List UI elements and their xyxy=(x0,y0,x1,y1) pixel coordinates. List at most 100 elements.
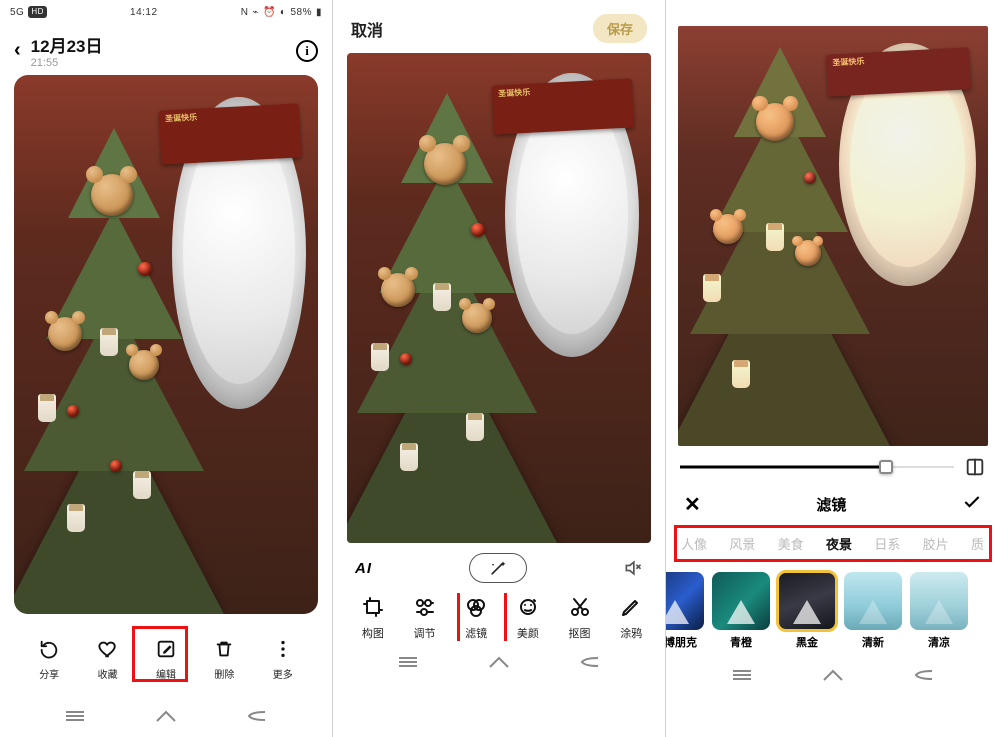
filter-category[interactable]: 人像 xyxy=(681,534,707,553)
nfc-icon: N xyxy=(241,7,249,18)
beauty-label: 美颜 xyxy=(517,625,539,641)
save-button[interactable]: 保存 xyxy=(593,14,647,43)
battery-icon: ▮ xyxy=(316,7,322,18)
edit-label: 编辑 xyxy=(156,666,176,681)
filter-thumb-qingliang[interactable]: 清凉 xyxy=(910,572,968,650)
more-button[interactable]: 更多 xyxy=(259,636,307,681)
edit-toolbar: 构图 调节 滤镜 美颜 抠图 涂鸦 xyxy=(347,593,657,641)
beauty-icon xyxy=(514,593,542,621)
ai-button[interactable]: AI xyxy=(355,560,372,577)
pane-gallery-view: 5G HD 14:12 N ⌁ ⏰ ◐ 58% ▮ ‹ 12月23日 21:55… xyxy=(0,0,333,737)
alarm-icon: ⏰ xyxy=(263,7,276,18)
cutout-icon xyxy=(566,593,594,621)
share-icon xyxy=(36,636,62,662)
trash-icon xyxy=(211,636,237,662)
photo-header: ‹ 12月23日 21:55 i xyxy=(0,24,332,75)
share-label: 分享 xyxy=(39,666,59,681)
edit-icon xyxy=(153,636,179,662)
favorite-label: 收藏 xyxy=(98,666,118,681)
nav-home-button[interactable] xyxy=(485,648,513,676)
delete-button[interactable]: 删除 xyxy=(200,636,248,681)
crop-label: 构图 xyxy=(362,625,384,641)
filter-preview[interactable]: 圣诞快乐 xyxy=(678,26,988,446)
intensity-slider[interactable] xyxy=(680,457,954,477)
cutout-button[interactable]: 抠图 xyxy=(554,593,606,641)
filter-category[interactable]: 美食 xyxy=(778,534,804,553)
magic-enhance-button[interactable] xyxy=(469,553,527,583)
favorite-button[interactable]: 收藏 xyxy=(84,636,132,681)
system-navbar xyxy=(0,695,332,737)
adjust-label: 调节 xyxy=(414,625,436,641)
filter-category[interactable]: 质 xyxy=(971,534,985,553)
draw-label: 涂鸦 xyxy=(620,625,642,641)
info-button[interactable]: i xyxy=(296,40,318,62)
adjust-icon xyxy=(411,593,439,621)
filter-category[interactable]: 夜景 xyxy=(826,534,852,553)
signal-label: 5G xyxy=(10,7,24,18)
battery-pct: 58% xyxy=(290,7,312,18)
system-navbar xyxy=(666,654,1000,696)
filter-thumb-label: 青橙 xyxy=(730,634,752,650)
intensity-row xyxy=(666,446,1000,484)
draw-button[interactable]: 涂鸦 xyxy=(605,593,657,641)
crop-button[interactable]: 构图 xyxy=(347,593,399,641)
filter-thumb-label: 清新 xyxy=(862,634,884,650)
adjust-button[interactable]: 调节 xyxy=(399,593,451,641)
nav-back-button[interactable] xyxy=(576,648,604,676)
filter-category-row: 人像 风景 美食 夜景 日系 胶片 质 xyxy=(674,525,992,562)
edit-photo-viewport[interactable]: 圣诞快乐 xyxy=(347,53,651,543)
filter-label: 滤镜 xyxy=(465,625,487,641)
more-icon xyxy=(270,636,296,662)
compare-button[interactable] xyxy=(964,456,986,478)
nav-back-button[interactable] xyxy=(910,661,938,689)
cutout-label: 抠图 xyxy=(569,625,591,641)
pane-filter-picker: 圣诞快乐 xyxy=(666,0,1000,737)
edit-header: 取消 保存 xyxy=(333,0,665,51)
sparkle-icon xyxy=(488,558,508,578)
filter-thumb-heijin[interactable]: 黑金 xyxy=(778,572,836,650)
close-filter-button[interactable]: ✕ xyxy=(684,492,701,517)
filter-icon xyxy=(462,593,490,621)
filter-thumb-qingxin[interactable]: 清新 xyxy=(844,572,902,650)
filter-thumb-label: 清凉 xyxy=(928,634,950,650)
filter-thumbnails: 赛博朋克 青橙 黑金 清新 清凉 xyxy=(666,562,1000,654)
dnd-icon: ◐ xyxy=(280,7,287,18)
filter-thumb-label: 赛博朋克 xyxy=(666,634,697,650)
filter-thumb-cyber[interactable]: 赛博朋克 xyxy=(666,572,704,650)
heart-icon xyxy=(95,636,121,662)
nav-home-button[interactable] xyxy=(819,661,847,689)
apply-filter-button[interactable] xyxy=(962,492,982,517)
nav-recent-button[interactable] xyxy=(394,648,422,676)
share-button[interactable]: 分享 xyxy=(25,636,73,681)
crop-icon xyxy=(359,593,387,621)
back-button[interactable]: ‹ xyxy=(14,39,21,62)
nav-recent-button[interactable] xyxy=(61,702,89,730)
filter-thumb-label: 黑金 xyxy=(796,634,818,650)
delete-label: 删除 xyxy=(214,666,234,681)
hd-badge: HD xyxy=(28,6,47,18)
photo-viewport[interactable]: 圣诞快乐 xyxy=(14,75,318,614)
filter-category[interactable]: 风景 xyxy=(729,534,755,553)
edit-button[interactable]: 编辑 xyxy=(142,636,190,681)
gallery-toolbar: 分享 收藏 编辑 删除 更多 xyxy=(14,626,318,689)
filter-category[interactable]: 日系 xyxy=(874,534,900,553)
beauty-button[interactable]: 美颜 xyxy=(502,593,554,641)
pencil-icon xyxy=(617,593,645,621)
nav-back-button[interactable] xyxy=(243,702,271,730)
filter-category[interactable]: 胶片 xyxy=(923,534,949,553)
filter-thumb-qing[interactable]: 青橙 xyxy=(712,572,770,650)
filter-title: 滤镜 xyxy=(816,494,846,515)
status-bar: 5G HD 14:12 N ⌁ ⏰ ◐ 58% ▮ xyxy=(0,0,332,24)
filter-button[interactable]: 滤镜 xyxy=(450,593,502,641)
system-navbar xyxy=(333,641,665,683)
photo-date: 12月23日 xyxy=(31,32,286,57)
more-label: 更多 xyxy=(273,666,293,681)
nav-home-button[interactable] xyxy=(152,702,180,730)
pane-edit-mode: 取消 保存 圣诞快乐 xyxy=(333,0,666,737)
status-time: 14:12 xyxy=(130,7,158,18)
edit-quickrow: AI xyxy=(333,543,665,587)
bluetooth-icon: ⌁ xyxy=(252,7,259,18)
nav-recent-button[interactable] xyxy=(728,661,756,689)
mute-icon[interactable] xyxy=(623,558,643,578)
cancel-button[interactable]: 取消 xyxy=(351,17,383,41)
